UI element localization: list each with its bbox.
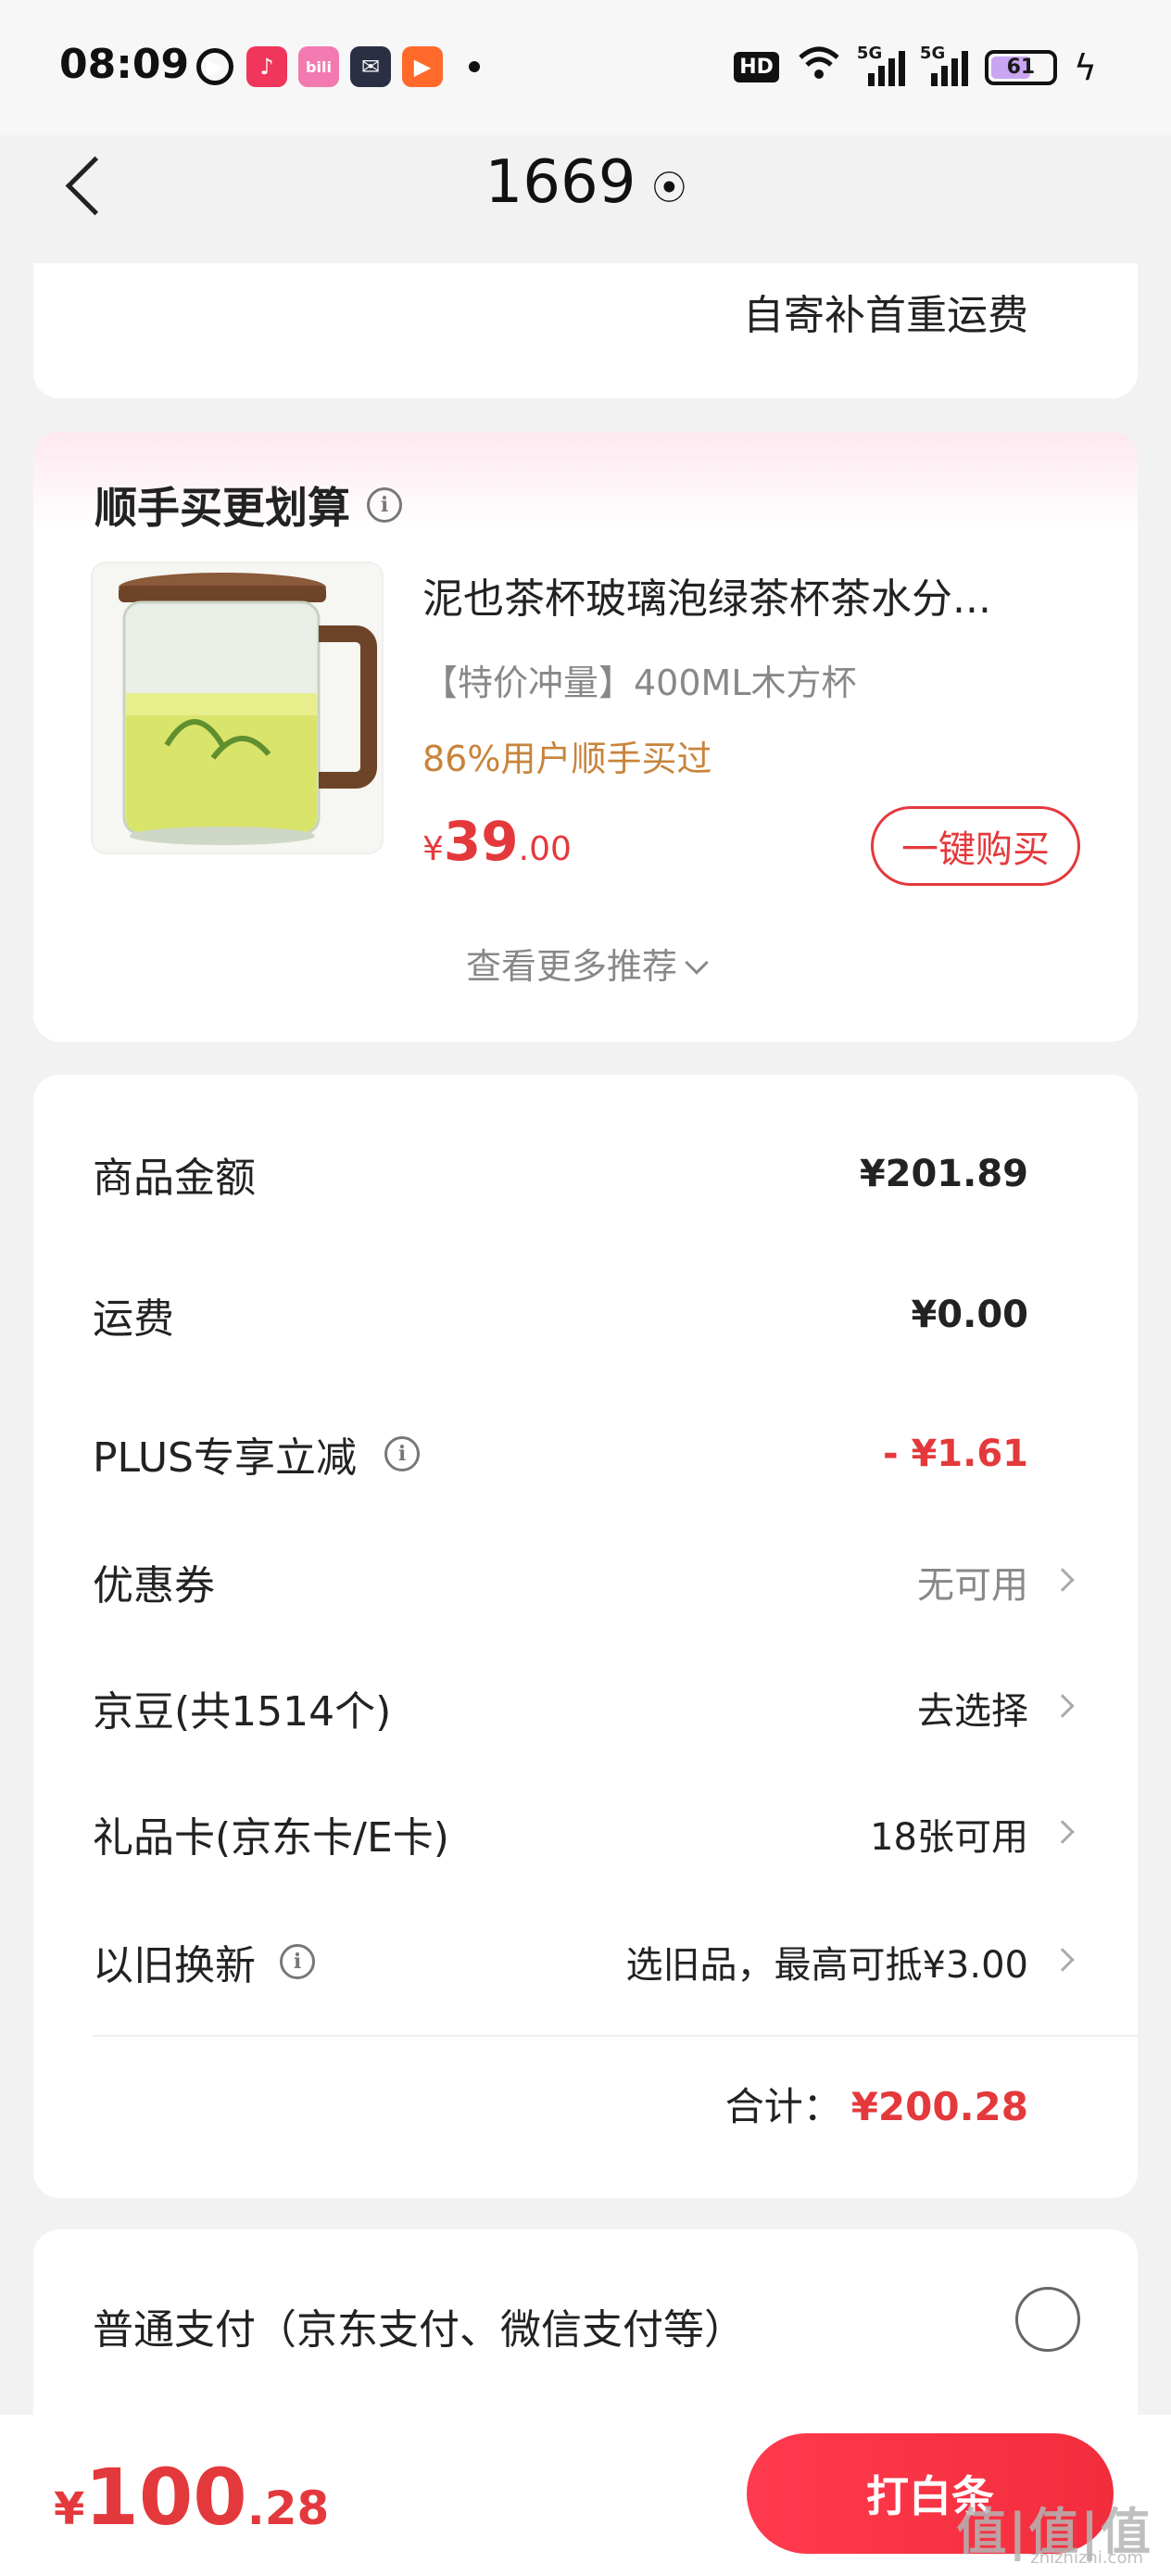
page-title: 1669 ⦿ <box>485 148 686 217</box>
summary-row-goods-amount: 商品金额 ¥201.89 <box>93 1153 1028 1202</box>
status-app-icons: ▶ ♪ bili ✉ ▶ <box>195 46 480 87</box>
status-time: 08:09 <box>59 41 190 88</box>
payment-option-label[interactable]: 普通支付（京东支付、微信支付等） <box>93 2296 745 2355</box>
recommend-card: 顺手买更划算 i 泥也茶杯玻璃泡绿茶杯茶水分... 【特价冲量】400ML木方杯 … <box>33 432 1138 1042</box>
video-app-icon: ▶ <box>402 46 443 87</box>
signal-5g-icon: 5G <box>857 44 905 86</box>
info-icon[interactable]: i <box>384 1436 420 1471</box>
chevron-right-icon <box>1051 1694 1075 1718</box>
chevron-right-icon <box>1051 1568 1075 1592</box>
summary-row-jingdou[interactable]: 京豆(共1514个) 去选择 <box>93 1675 1075 1740</box>
wifi-icon <box>796 44 842 90</box>
summary-row-trade-in[interactable]: 以旧换新 i 选旧品，最高可抵¥3.00 <box>93 1929 1075 1994</box>
status-indicators: HD 5G 5G 61 ϟ <box>734 44 1097 90</box>
info-icon[interactable]: i <box>280 1944 315 1979</box>
chevron-right-icon <box>1051 1948 1075 1972</box>
order-total: 合计： ¥200.28 <box>724 2084 1028 2129</box>
purchase-rate-note: 86%用户顺手买过 <box>422 739 712 779</box>
chevron-right-icon <box>1051 1820 1075 1844</box>
location-pin-icon[interactable]: ⦿ <box>652 170 686 208</box>
one-click-buy-button[interactable]: 一键购买 <box>871 806 1080 886</box>
order-summary-card: 商品金额 ¥201.89 运费 ¥0.00 PLUS专享立减 i - ¥1.61 … <box>33 1075 1138 2198</box>
recommend-title: 顺手买更划算 i <box>94 474 402 536</box>
music-app-icon: ♪ <box>246 46 287 87</box>
play-app-icon: ▶ <box>195 46 235 87</box>
product-name[interactable]: 泥也茶杯玻璃泡绿茶杯茶水分... <box>422 565 1071 625</box>
charging-bolt-icon: ϟ <box>1073 46 1097 88</box>
final-price: ¥100.28 <box>54 2452 330 2543</box>
shipping-card: 自寄补首重运费 <box>33 263 1138 398</box>
payment-option-radio[interactable] <box>1015 2287 1080 2352</box>
chevron-down-icon <box>685 951 709 975</box>
signal-5g-icon-2: 5G <box>920 44 968 86</box>
bilibili-app-icon: bili <box>298 46 339 87</box>
more-recommendations-link[interactable]: 查看更多推荐 <box>33 938 1138 989</box>
product-price: ¥39.00 <box>422 810 572 873</box>
info-icon[interactable]: i <box>367 487 402 523</box>
hd-icon: HD <box>734 52 779 82</box>
summary-row-gift-card[interactable]: 礼品卡(京东卡/E卡) 18张可用 <box>93 1801 1075 1866</box>
shipping-fee-text: 自寄补首重运费 <box>743 292 1028 339</box>
summary-row-coupon[interactable]: 优惠券 无可用 <box>93 1549 1075 1614</box>
status-bar: 08:09 ▶ ♪ bili ✉ ▶ HD 5G 5G 61 ϟ <box>0 0 1171 135</box>
battery-icon: 61 <box>984 49 1057 85</box>
watermark-url: zhizhizhi.com <box>1030 2548 1143 2568</box>
summary-row-shipping: 运费 ¥0.00 <box>93 1294 1028 1343</box>
divider <box>93 2035 1138 2037</box>
product-image[interactable] <box>91 562 384 854</box>
mail-app-icon: ✉ <box>350 46 391 87</box>
more-notifications-dot-icon <box>469 61 480 72</box>
product-spec: 【特价冲量】400ML木方杯 <box>422 663 857 703</box>
summary-row-plus-discount: PLUS专享立减 i - ¥1.61 <box>93 1433 1028 1482</box>
